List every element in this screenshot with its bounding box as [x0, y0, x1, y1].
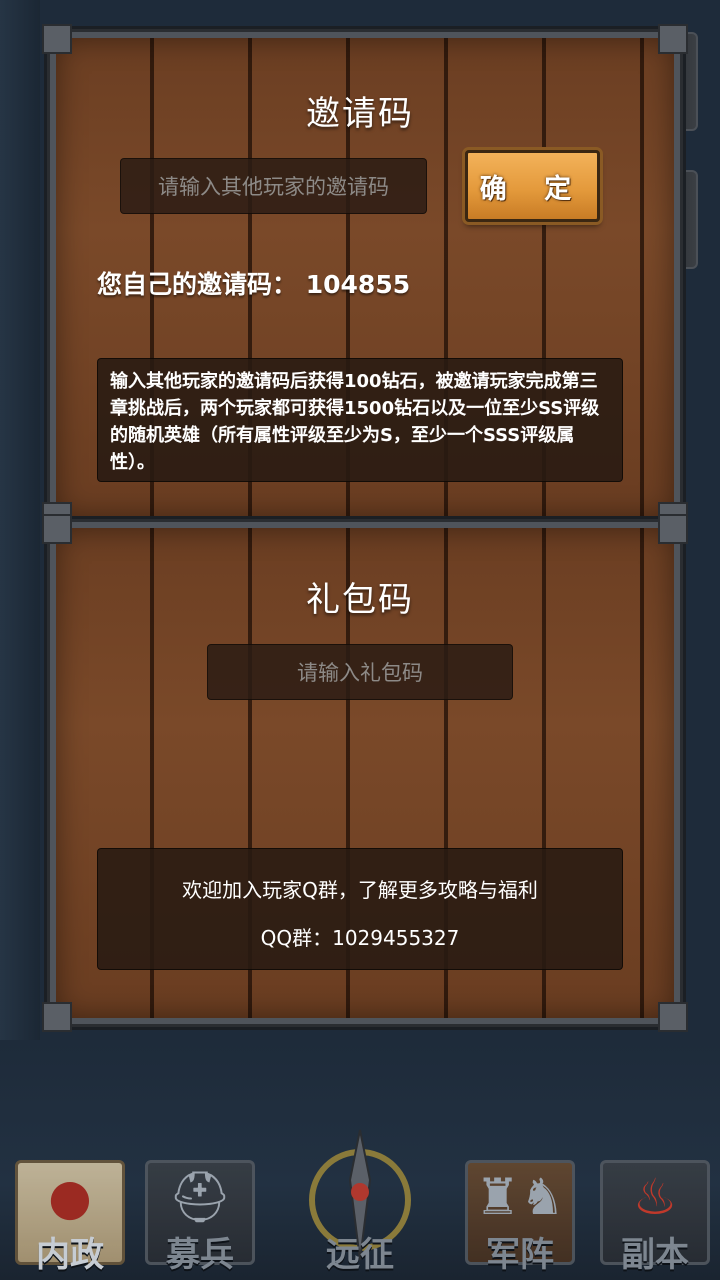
gift-title: 礼包码	[306, 580, 414, 620]
nav-label: 军阵	[486, 1235, 554, 1275]
bottom-nav: ● 内政 ⛑ 募兵 远征 ♜♞ 军阵 ♨ 副本	[0, 1040, 720, 1280]
flame-tower-icon: ♨	[632, 1168, 678, 1226]
nav-label: 募兵	[166, 1235, 234, 1275]
qq-group-number: QQ群：1029455327	[260, 926, 460, 950]
frame-corner	[658, 24, 688, 54]
own-code-value: 104855	[305, 270, 411, 299]
frame-corner	[42, 1002, 72, 1032]
nav-label: 内政	[36, 1235, 104, 1275]
nav-label: 远征	[326, 1235, 394, 1275]
nav-item-yuanzheng[interactable]: 远征	[295, 1129, 425, 1280]
confirm-button[interactable]: 确 定	[465, 150, 600, 222]
frame-corner	[42, 24, 72, 54]
frame-corner	[658, 514, 688, 544]
scroll-seal-icon: ●	[48, 1168, 92, 1226]
nav-item-junzhen[interactable]: ♜♞ 军阵	[455, 1130, 585, 1280]
own-code-label: 您自己的邀请码：	[97, 270, 298, 299]
frame-corner	[42, 514, 72, 544]
nav-item-neizheng[interactable]: ● 内政	[5, 1130, 135, 1280]
nav-item-fuben[interactable]: ♨ 副本	[590, 1130, 720, 1280]
background-left-strip	[0, 0, 40, 1040]
qq-group-box: 欢迎加入玩家Q群，了解更多攻略与福利 QQ群：1029455327	[97, 848, 623, 970]
frame-corner	[658, 1002, 688, 1032]
qq-welcome-text: 欢迎加入玩家Q群，了解更多攻略与福利	[182, 878, 538, 902]
invite-description: 输入其他玩家的邀请码后获得100钻石，被邀请玩家完成第三章挑战后，两个玩家都可获…	[97, 358, 623, 482]
nav-item-mubing[interactable]: ⛑ 募兵	[135, 1130, 265, 1280]
own-invite-code: 您自己的邀请码： 104855	[97, 265, 410, 301]
nav-label: 副本	[621, 1235, 689, 1275]
gift-code-input[interactable]: 请输入礼包码	[207, 644, 513, 700]
helmets-icon: ⛑	[168, 1168, 232, 1226]
invite-code-input[interactable]: 请输入其他玩家的邀请码	[120, 158, 427, 214]
chess-pieces-icon: ♜♞	[475, 1168, 565, 1226]
invite-title: 邀请码	[306, 94, 414, 134]
